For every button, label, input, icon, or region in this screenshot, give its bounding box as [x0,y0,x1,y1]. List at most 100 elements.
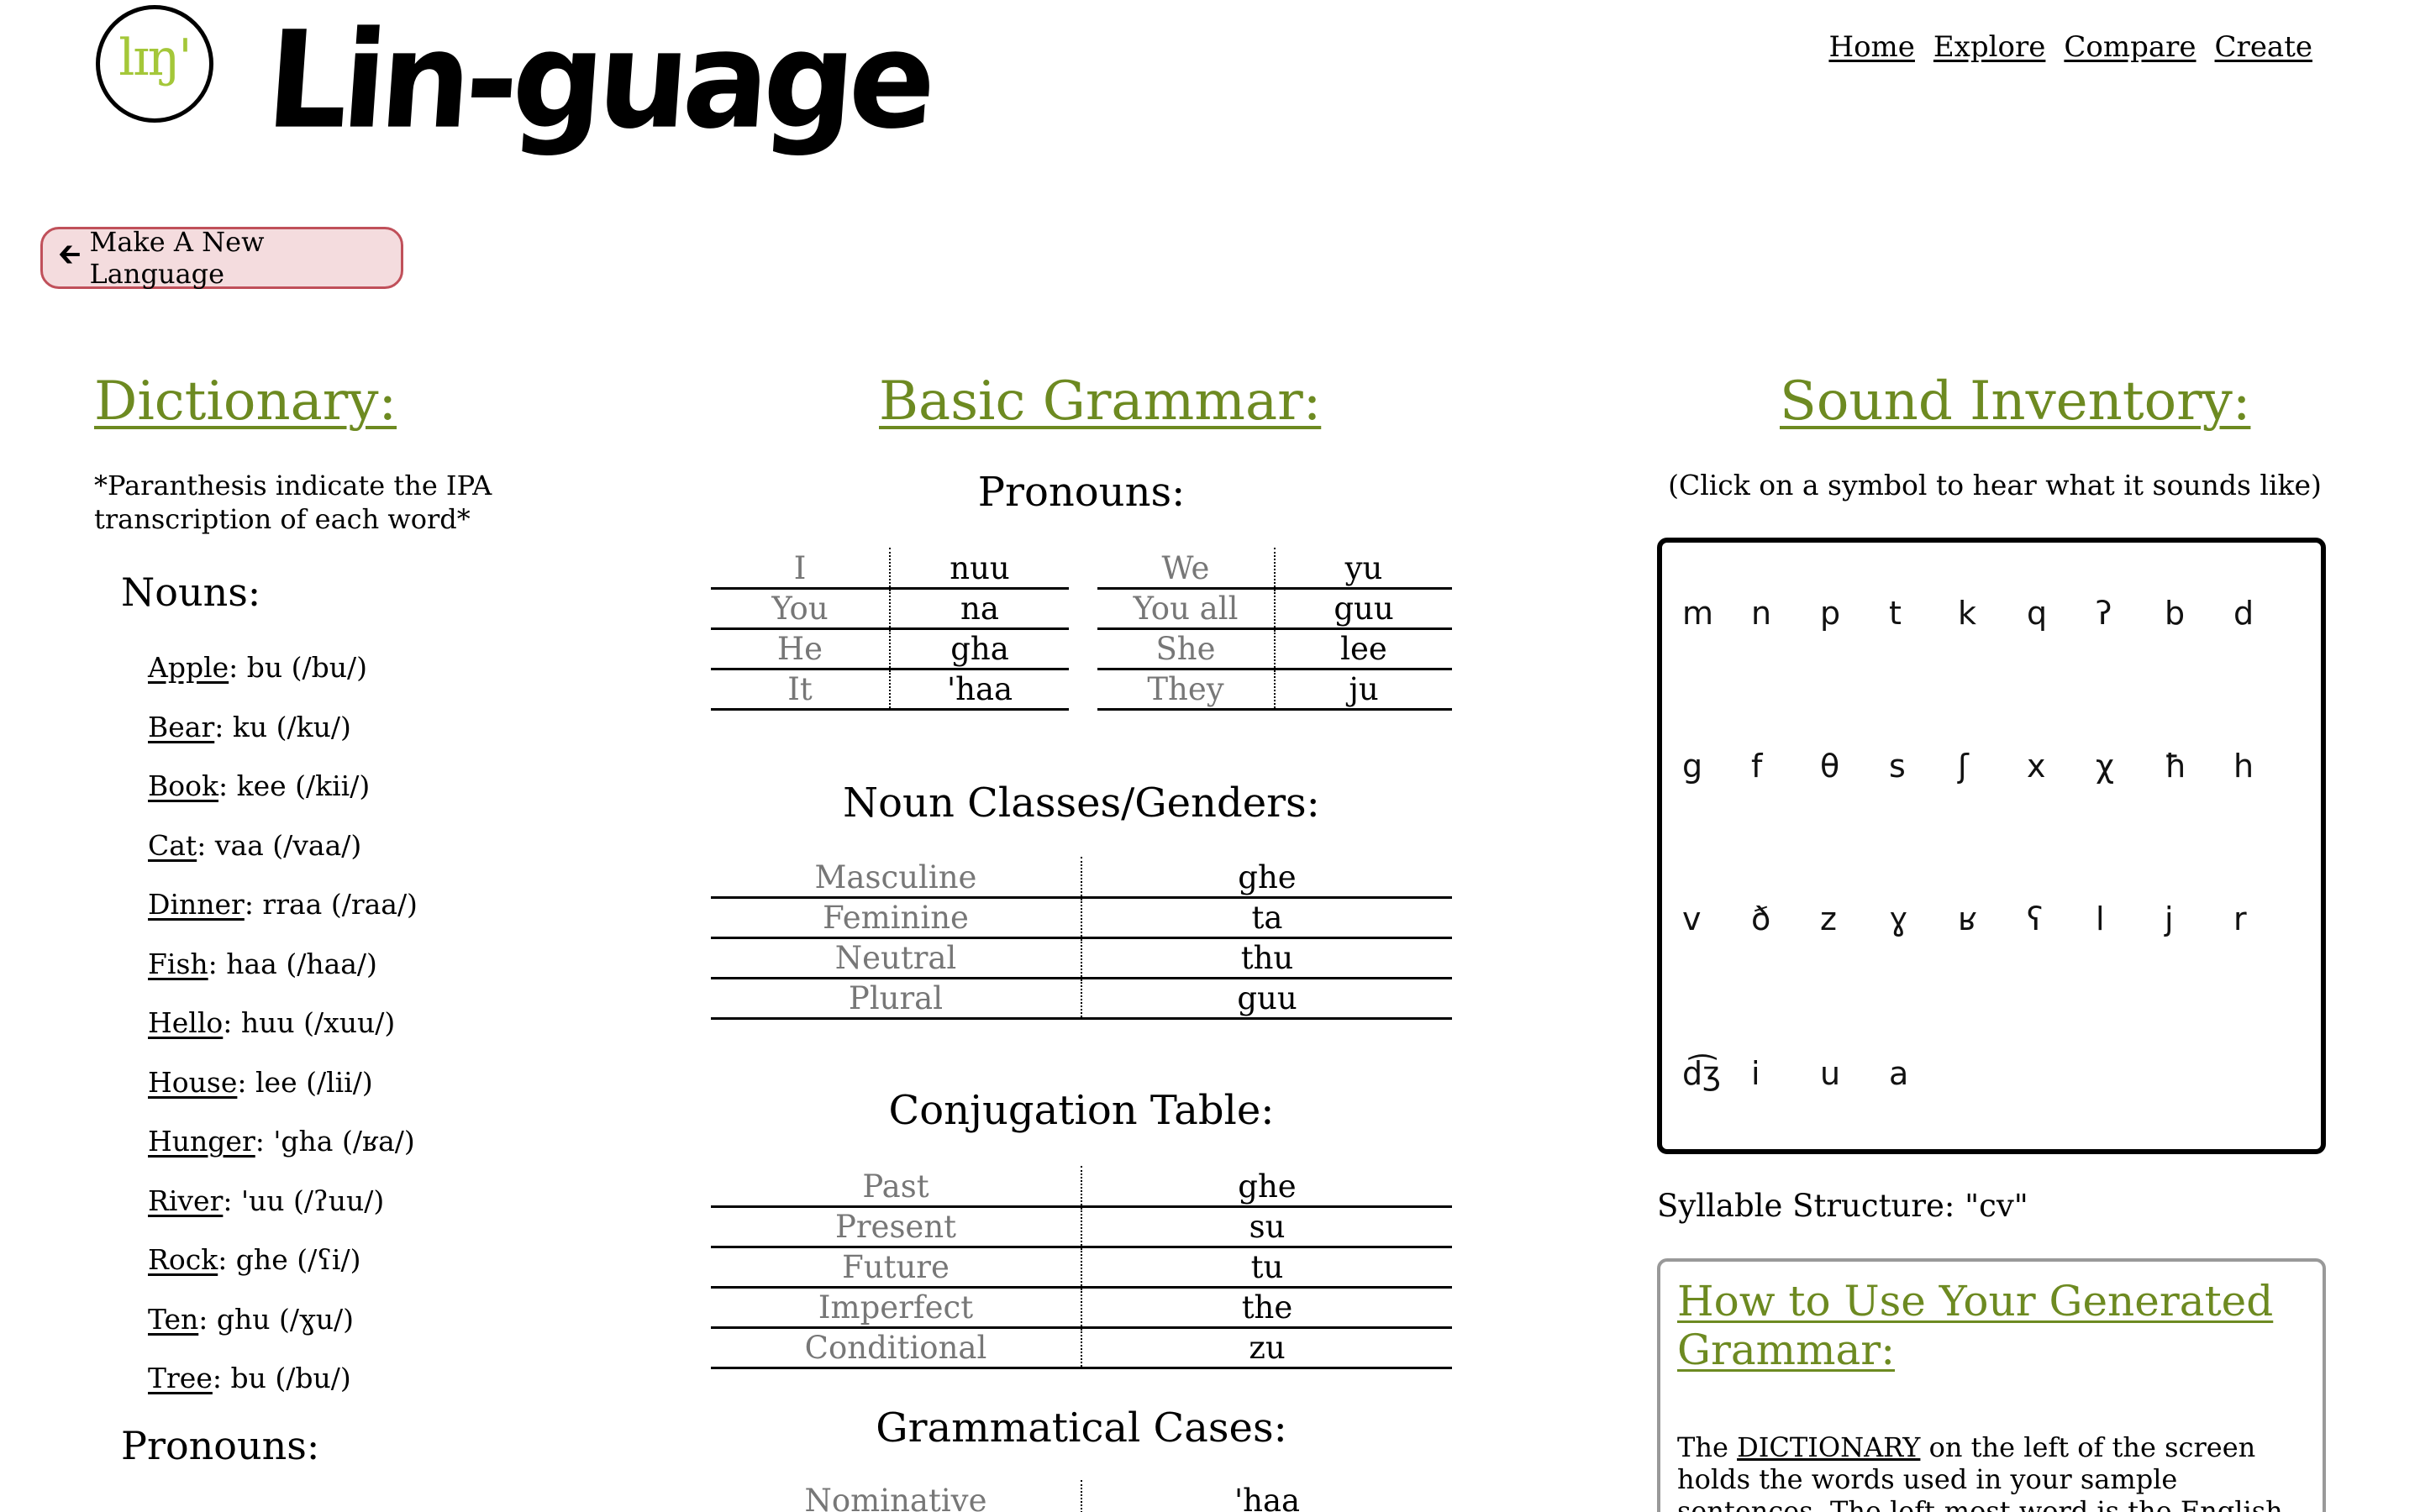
noun-word-link[interactable]: Cat [148,829,197,862]
noun-translation: : lee (/lii/) [237,1065,373,1099]
sound-symbol[interactable]: m [1682,595,1751,632]
table-row: Neutral thu [711,937,1452,979]
sound-symbol[interactable]: u [1820,1055,1889,1092]
table-row: Nominative'haa [711,1480,1452,1512]
noun-word-link[interactable]: Dinner [148,888,245,921]
dictionary-title[interactable]: Dictionary: [94,375,397,428]
row-label: You all [1097,588,1276,630]
noun-word-link[interactable]: House [148,1066,237,1099]
nav-explore-link[interactable]: Explore [1933,30,2045,64]
noun-translation: : ghe (/ʕi/) [218,1243,361,1276]
sound-symbol[interactable]: χ [2096,748,2165,785]
row-label: He [711,628,891,670]
noun-word-link[interactable]: River [148,1184,223,1217]
pronouns-heading: Pronouns: [977,469,1186,516]
sound-symbol[interactable]: ʕ [2027,900,2096,937]
noun-translation: : 'uu (/ʔuu/) [223,1184,385,1217]
row-label: Present [711,1206,1082,1248]
sound-symbol[interactable]: z [1820,900,1889,937]
dictionary-link[interactable]: DICTIONARY [1737,1431,1920,1463]
sound-symbol[interactable]: q [2027,595,2096,632]
sound-symbol[interactable]: n [1751,595,1820,632]
row-label: Nominative [711,1480,1082,1512]
noun-word-link[interactable]: Hunger [148,1125,255,1158]
basic-grammar-title[interactable]: Basic Grammar: [879,375,1321,428]
nav-create-link[interactable]: Create [2215,30,2312,64]
noun-translation: : ku (/ku/) [214,710,351,743]
sound-symbol[interactable]: x [2027,748,2096,785]
noun-entry: Ten: ghu (/ɣu/) [148,1299,418,1358]
make-new-language-button[interactable]: 🡰 Make A New Language [40,226,403,290]
sound-symbol[interactable]: g [1682,748,1751,785]
cases-heading: Grammatical Cases: [876,1404,1287,1452]
noun-translation: : huu (/xuu/) [223,1006,396,1039]
sound-symbol[interactable]: h [2233,748,2302,785]
sound-symbol[interactable]: v [1682,900,1751,937]
noun-word-link[interactable]: Tree [148,1362,213,1394]
brand-title: Lin-guage [261,2,936,159]
conjugation-table: Past ghe Present su Future tu Imperfect the Cond… [711,1166,1452,1369]
noun-word-link[interactable]: Apple [148,651,229,684]
noun-list: Apple: bu (/bu/) Bear: ku (/ku/) Book: kee… [148,647,418,1417]
conjugation-heading: Conjugation Table: [888,1087,1275,1134]
noun-translation: : vaa (/vaa/) [197,828,362,862]
sound-symbol[interactable]: i [1751,1055,1820,1092]
table-row: Plural guu [711,978,1452,1020]
noun-word-link[interactable]: Book [148,769,218,802]
row-label: Neutral [711,937,1082,979]
sound-symbol[interactable]: l [2096,900,2165,937]
sound-row: mnptkqʔbd [1682,595,2302,632]
sound-row: vðzɣʁʕljr [1682,900,2302,937]
make-new-language-label: Make A New Language [89,226,265,290]
sound-symbol[interactable]: k [1958,595,2027,632]
noun-word-link[interactable]: Bear [148,711,214,743]
noun-entry: Dinner: rraa (/raa/) [148,884,418,943]
sound-row: d͡ʒ i u a [1682,1055,1958,1092]
row-value: zu [1081,1327,1452,1369]
sound-symbol[interactable]: ʔ [2096,595,2165,632]
logo-text: lɪŋ' [118,29,192,87]
sound-symbol[interactable]: r [2233,900,2302,937]
sound-symbol[interactable]: ɣ [1889,900,1958,937]
sound-symbol[interactable]: d [2233,595,2302,632]
noun-translation: : 'gha (/ʁa/) [255,1125,415,1158]
how-to-text: The DICTIONARY on the left of the screen… [1677,1431,2316,1512]
table-row: Feminine ta [711,897,1452,939]
noun-translation: : haa (/haa/) [208,947,377,980]
noun-word-link[interactable]: Fish [148,948,208,980]
row-label: It [711,669,891,711]
sound-inventory-title[interactable]: Sound Inventory: [1780,375,2250,428]
logo[interactable]: lɪŋ' [96,5,213,123]
sound-symbol[interactable]: ħ [2165,748,2233,785]
arrow-left-icon: 🡰 [58,237,82,271]
sound-symbol[interactable]: ʃ [1958,748,2027,785]
noun-entry: Hunger: 'gha (/ʁa/) [148,1121,418,1180]
sound-symbol[interactable]: ʁ [1958,900,2027,937]
table-row: Imperfect the [711,1287,1452,1329]
table-row: We yu [1097,548,1452,590]
noun-word-link[interactable]: Hello [148,1006,223,1039]
noun-word-link[interactable]: Rock [148,1243,218,1276]
sound-symbol[interactable]: p [1820,595,1889,632]
sound-symbol[interactable]: t [1889,595,1958,632]
table-row: He gha [711,628,1069,670]
sound-symbol[interactable]: a [1889,1055,1958,1092]
how-to-text-start: The [1677,1431,1738,1463]
noun-translation: : ghu (/ɣu/) [198,1302,354,1336]
sound-symbol[interactable]: d͡ʒ [1682,1055,1751,1092]
row-value: 'haa [1081,1480,1452,1512]
table-row: Present su [711,1206,1452,1248]
nav-compare-link[interactable]: Compare [2064,30,2196,64]
table-row: It'haa [711,669,1069,711]
sound-symbol[interactable]: s [1889,748,1958,785]
sound-symbol[interactable]: ð [1751,900,1820,937]
sound-symbol[interactable]: f [1751,748,1820,785]
noun-word-link[interactable]: Ten [148,1303,198,1336]
nav-home-link[interactable]: Home [1828,30,1914,64]
sound-symbol[interactable]: b [2165,595,2233,632]
how-to-title[interactable]: How to Use Your Generated Grammar: [1677,1277,2299,1374]
sound-symbol[interactable]: θ [1820,748,1889,785]
table-row: Future tu [711,1247,1452,1289]
sound-symbol[interactable]: j [2165,900,2233,937]
noun-entry: House: lee (/lii/) [148,1062,418,1121]
